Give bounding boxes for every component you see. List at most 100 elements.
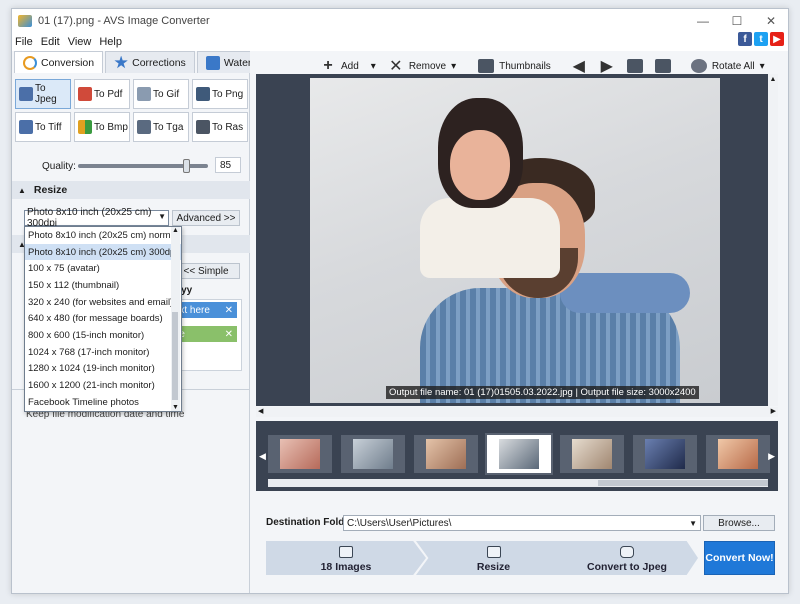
preview-horizontal-scrollbar[interactable]: ◀ ▶ xyxy=(256,407,778,417)
workflow-steps: 18 Images Resize Convert to Jpeg xyxy=(266,541,698,575)
tga-icon xyxy=(137,120,151,134)
thumbnail-item[interactable] xyxy=(633,435,697,473)
format-tga-button[interactable]: To Tga xyxy=(133,112,189,142)
quality-value-input[interactable]: 85 xyxy=(215,157,241,173)
png-icon xyxy=(196,87,210,101)
browse-button[interactable]: Browse... xyxy=(703,515,775,531)
format-ras-button[interactable]: To Ras xyxy=(192,112,248,142)
resize-section-header[interactable]: ▲ Resize xyxy=(12,181,250,199)
minimize-button[interactable]: — xyxy=(686,9,720,33)
menu-edit[interactable]: Edit xyxy=(41,36,60,48)
dropdown-option[interactable]: 150 x 112 (thumbnail) xyxy=(25,277,181,294)
format-gif-button[interactable]: To Gif xyxy=(133,79,189,109)
dropdown-option[interactable]: 1600 x 1200 (21-inch monitor) xyxy=(25,377,181,394)
format-buttons: To Jpeg To Pdf To Gif To Png To Tiff To … xyxy=(12,73,249,142)
dropdown-scrollbar[interactable]: ▲ ▼ xyxy=(171,227,180,411)
menu-file[interactable]: File xyxy=(15,36,33,48)
dropdown-option[interactable]: 100 x 75 (avatar) xyxy=(25,260,181,277)
social-links: f t ▶ xyxy=(738,32,784,46)
advanced-button[interactable]: Advanced >> xyxy=(172,210,240,226)
preview-photo: Output file name: 01 (17)01505.03.2022.j… xyxy=(310,78,720,403)
thumbnail-item[interactable] xyxy=(341,435,405,473)
facebook-icon[interactable]: f xyxy=(738,32,752,46)
menu-view[interactable]: View xyxy=(68,36,92,48)
jpeg-icon xyxy=(19,87,33,101)
close-icon[interactable]: ✕ xyxy=(225,329,233,340)
strip-scroll-left-icon[interactable]: ◀ xyxy=(259,451,266,462)
strip-scroll-right-icon[interactable]: ▶ xyxy=(768,451,775,462)
thumbnail-scrollbar[interactable] xyxy=(268,479,768,487)
tab-conversion[interactable]: Conversion xyxy=(14,51,104,73)
arrow-left-icon: ◀ xyxy=(572,58,585,75)
resize-preset-select[interactable]: Photo 8x10 inch (20x25 cm) 300dpi ▼ xyxy=(24,207,169,229)
ras-icon xyxy=(196,120,210,134)
scroll-right-icon[interactable]: ▶ xyxy=(771,407,776,415)
step-resize[interactable]: Resize xyxy=(416,541,571,575)
dropdown-option[interactable]: 1280 x 1024 (19-inch monitor) xyxy=(25,361,181,378)
plus-icon: + xyxy=(323,57,333,74)
scroll-up-icon[interactable]: ▲ xyxy=(171,227,180,234)
window-controls: — ☐ ✕ xyxy=(686,9,788,33)
dropdown-option[interactable]: Photo 8x10 inch (20x25 cm) normal xyxy=(25,227,181,244)
step-images[interactable]: 18 Images xyxy=(266,541,426,575)
thumbnail-item-selected[interactable] xyxy=(485,433,553,475)
chevron-down-icon: ▾ xyxy=(451,60,457,72)
menu-bar: File Edit View Help xyxy=(12,33,788,51)
scroll-up-icon[interactable]: ▲ xyxy=(768,76,778,83)
menu-help[interactable]: Help xyxy=(99,36,122,48)
dropdown-option[interactable]: 320 x 240 (for websites and email) xyxy=(25,294,181,311)
scrollbar-thumb[interactable] xyxy=(172,312,178,400)
scroll-left-icon[interactable]: ◀ xyxy=(258,407,263,415)
thumbnail-list xyxy=(268,433,770,475)
format-bmp-button[interactable]: To Bmp xyxy=(74,112,130,142)
scrollbar-thumb[interactable] xyxy=(598,480,768,486)
destination-folder-input[interactable]: C:\Users\User\Pictures\ ▼ xyxy=(343,515,701,531)
thumbnail-item[interactable] xyxy=(706,435,770,473)
quality-slider[interactable] xyxy=(78,159,208,173)
dropdown-option[interactable]: Photo 8x10 inch (20x25 cm) 300dpi xyxy=(25,243,181,261)
thumbnail-strip: ◀ ▶ xyxy=(256,421,778,491)
thumbnail-item[interactable] xyxy=(268,435,332,473)
dropdown-option[interactable]: 800 x 600 (15-inch monitor) xyxy=(25,327,181,344)
watermark-icon xyxy=(205,55,220,70)
close-icon[interactable]: ✕ xyxy=(225,305,233,316)
app-window: 01 (17).png - AVS Image Converter — ☐ ✕ … xyxy=(11,8,789,594)
dropdown-option[interactable]: 640 x 480 (for message boards) xyxy=(25,310,181,327)
rotate-left-icon xyxy=(626,59,643,73)
settings-panel: Conversion Corrections Watermark To Jpeg… xyxy=(12,51,284,593)
title-bar: 01 (17).png - AVS Image Converter — ☐ ✕ xyxy=(12,9,788,33)
conversion-icon xyxy=(23,55,37,70)
format-tiff-button[interactable]: To Tiff xyxy=(15,112,71,142)
maximize-button[interactable]: ☐ xyxy=(720,9,754,33)
tab-corrections[interactable]: Corrections xyxy=(105,51,195,73)
rotate-all-icon xyxy=(690,59,707,73)
dropdown-option[interactable]: 1024 x 768 (17-inch monitor) xyxy=(25,344,181,361)
preview-vertical-scrollbar[interactable]: ▲ xyxy=(768,74,778,406)
thumbnails-icon xyxy=(478,59,495,73)
quality-label: Quality: xyxy=(42,160,76,172)
convert-now-button[interactable]: Convert Now! xyxy=(704,541,775,575)
rotate-right-icon xyxy=(654,59,671,73)
close-button[interactable]: ✕ xyxy=(754,9,788,33)
chevron-down-icon: ▾ xyxy=(759,60,765,72)
quality-slider-handle[interactable] xyxy=(183,159,190,173)
step-convert-format[interactable]: Convert to Jpeg xyxy=(556,541,698,575)
resize-icon xyxy=(486,546,501,558)
format-jpeg-button[interactable]: To Jpeg xyxy=(15,79,71,109)
simple-button[interactable]: << Simple xyxy=(172,263,240,279)
twitter-icon[interactable]: t xyxy=(754,32,768,46)
camera-icon xyxy=(620,546,634,558)
format-png-button[interactable]: To Png xyxy=(192,79,248,109)
thumbnail-item[interactable] xyxy=(560,435,624,473)
quality-row: Quality: 85 xyxy=(12,157,250,175)
remove-x-icon: ✕ xyxy=(389,58,403,75)
chevron-down-icon[interactable]: ▼ xyxy=(689,519,697,528)
youtube-icon[interactable]: ▶ xyxy=(770,32,784,46)
resize-preset-dropdown: Photo 8x10 inch (20x25 cm) normal Photo … xyxy=(24,226,182,412)
format-pdf-button[interactable]: To Pdf xyxy=(74,79,130,109)
dropdown-option[interactable]: Facebook Timeline photos xyxy=(25,394,181,411)
settings-tabs: Conversion Corrections Watermark xyxy=(12,51,284,73)
scroll-down-icon[interactable]: ▼ xyxy=(171,404,180,411)
window-title: 01 (17).png - AVS Image Converter xyxy=(38,15,210,27)
thumbnail-item[interactable] xyxy=(414,435,478,473)
